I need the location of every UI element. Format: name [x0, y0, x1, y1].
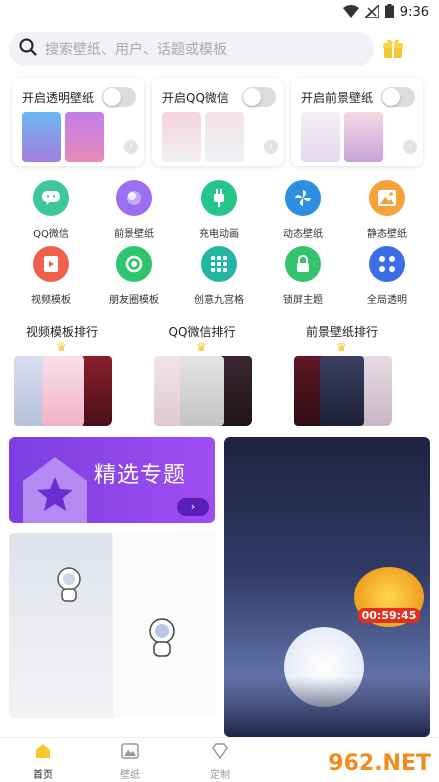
chevron-right-icon: › — [264, 140, 278, 154]
phone-thumb — [22, 112, 61, 162]
grid-item-static[interactable]: 静态壁纸 — [347, 180, 427, 240]
pinwheel-icon — [285, 180, 321, 216]
dots-icon — [369, 246, 405, 282]
nav-wallpaper[interactable]: 壁纸 — [100, 742, 160, 781]
grid-label: QQ微信 — [33, 229, 69, 240]
toggle-switch-foreground[interactable] — [381, 87, 415, 107]
featured-title: 精选专题 — [94, 463, 187, 488]
ranking-thumb — [80, 356, 112, 426]
grid-label: 视频模板 — [31, 295, 71, 306]
grid-item-video-template[interactable]: 视频模板 — [11, 246, 91, 306]
chevron-right-icon: › — [124, 140, 138, 154]
timer-badge[interactable]: 00:59:45 — [354, 567, 424, 627]
diamond-icon — [211, 743, 229, 764]
ranking-thumb — [180, 356, 224, 426]
crown-icon: ♛ — [56, 340, 67, 354]
nav-custom[interactable]: 定制 — [190, 742, 250, 781]
nav-label: 首页 — [33, 770, 53, 781]
grid-item-lockscreen[interactable]: 锁屏主题 — [263, 246, 343, 306]
ranking-qq-wechat[interactable]: QQ微信排行 ♛ — [152, 316, 252, 426]
toggle-card-transparent[interactable]: 开启透明壁纸 › — [12, 78, 144, 166]
grid-item-ninegrid[interactable]: 创意九宫格 — [179, 246, 259, 306]
layer-icon — [116, 180, 152, 216]
search-placeholder: 搜索壁纸、用户、话题或模板 — [45, 42, 227, 58]
ranking-title: 前景壁纸排行 — [305, 325, 378, 339]
timer-text: 00:59:45 — [357, 607, 421, 623]
nav-label: 壁纸 — [120, 770, 140, 781]
ranking-thumb — [320, 356, 364, 426]
grid-item-qq-wechat[interactable]: QQ微信 — [11, 180, 91, 240]
grid-label: 充电动画 — [199, 229, 239, 240]
nav-home[interactable]: 首页 — [13, 742, 73, 781]
toggle-switch-qq[interactable] — [242, 87, 276, 107]
grid-label: 静态壁纸 — [367, 229, 407, 240]
toggle-label: 开启前景壁纸 — [301, 91, 374, 105]
watermark-logo: 962.NET — [328, 751, 431, 776]
image-icon — [369, 180, 405, 216]
horizon — [224, 677, 430, 737]
camera-icon — [116, 246, 152, 282]
grid-label: 创意九宫格 — [194, 295, 244, 306]
ranking-foreground[interactable]: 前景壁纸排行 ♛ — [292, 316, 392, 426]
phone-thumb — [344, 112, 383, 162]
grid-icon — [201, 246, 237, 282]
toggle-card-qq[interactable]: 开启QQ微信 › — [152, 78, 284, 166]
featured-arrow-button[interactable]: › — [177, 498, 209, 516]
ranking-title: QQ微信排行 — [168, 325, 236, 339]
film-icon — [33, 246, 69, 282]
phone-thumb — [301, 112, 340, 162]
astronaut-icon — [49, 563, 89, 607]
star-house-icon — [19, 453, 91, 523]
toggle-label: 开启QQ微信 — [162, 91, 229, 105]
crown-icon: ♛ — [336, 340, 347, 354]
grid-label: 前景壁纸 — [114, 229, 154, 240]
toggle-switch-transparent[interactable] — [102, 87, 136, 107]
gift-icon[interactable] — [382, 38, 404, 64]
grid-item-dynamic[interactable]: 动态壁纸 — [263, 180, 343, 240]
plug-icon — [201, 180, 237, 216]
grid-label: 朋友圈模板 — [109, 295, 159, 306]
home-icon — [34, 744, 52, 764]
search-input[interactable]: 搜索壁纸、用户、话题或模板 — [9, 32, 374, 66]
grid-item-foreground[interactable]: 前景壁纸 — [94, 180, 174, 240]
wallpaper-card-chat[interactable] — [9, 533, 215, 718]
grid-item-charging[interactable]: 充电动画 — [179, 180, 259, 240]
featured-banner[interactable]: 精选专题 › — [9, 437, 215, 523]
card-thumbs — [301, 112, 383, 162]
clock: 9:36 — [399, 5, 429, 20]
ranking-video-template[interactable]: 视频模板排行 ♛ — [12, 316, 112, 426]
grid-item-global-transparent[interactable]: 全局透明 — [347, 246, 427, 306]
bottom-nav: 首页 壁纸 定制 962.NET — [0, 737, 439, 782]
battery-icon — [384, 3, 394, 22]
grid-label: 锁屏主题 — [283, 295, 323, 306]
status-bar: 9:36 — [0, 0, 439, 24]
status-icons: 9:36 — [342, 3, 429, 22]
nav-label: 定制 — [210, 770, 230, 781]
toggle-card-foreground[interactable]: 开启前景壁纸 › — [291, 78, 423, 166]
wifi-icon — [342, 3, 359, 22]
toggle-label: 开启透明壁纸 — [22, 91, 95, 105]
grid-item-moments[interactable]: 朋友圈模板 — [94, 246, 174, 306]
wallpaper-card-night[interactable]: 00:59:45 — [224, 437, 430, 737]
card-thumbs — [22, 112, 104, 162]
search-icon — [19, 38, 37, 60]
grid-label: 全局透明 — [367, 295, 407, 306]
phone-thumb — [65, 112, 104, 162]
card-thumbs — [162, 112, 244, 162]
image-icon — [121, 743, 139, 764]
lock-icon — [285, 246, 321, 282]
phone-thumb — [162, 112, 201, 162]
chevron-right-icon: › — [403, 140, 417, 154]
crown-icon: ♛ — [196, 340, 207, 354]
phone-thumb — [205, 112, 244, 162]
chat-icon — [33, 180, 69, 216]
ranking-thumb — [42, 356, 84, 426]
wallpaper-preview — [9, 533, 112, 718]
grid-label: 动态壁纸 — [283, 229, 323, 240]
ranking-title: 视频模板排行 — [25, 325, 98, 339]
astronaut-icon — [139, 613, 185, 663]
signal-icon — [362, 3, 380, 22]
